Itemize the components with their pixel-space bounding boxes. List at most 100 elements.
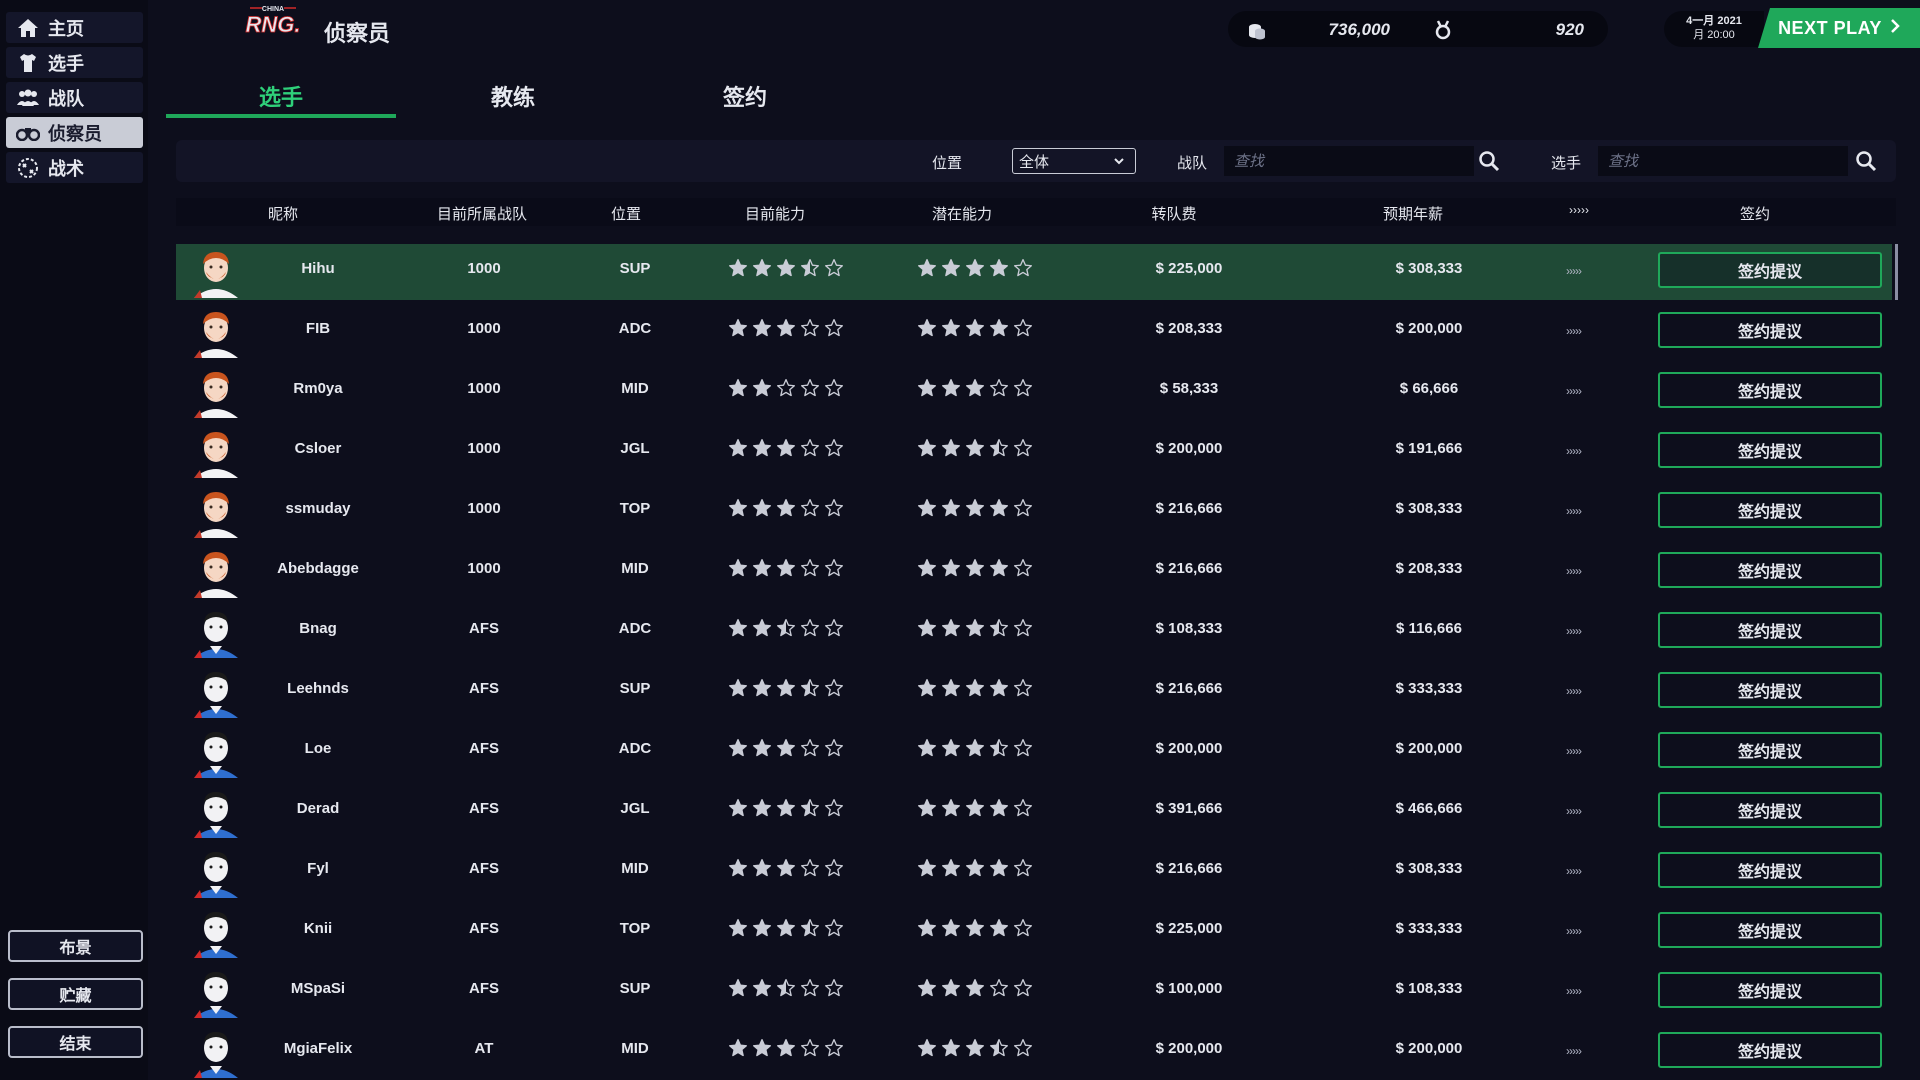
more-details-link[interactable]: ››››› <box>1566 624 1582 638</box>
column-header-sign[interactable]: 签约 <box>1740 203 1770 224</box>
table-row[interactable]: Rm0ya 1000 MID $ 58,333 $ 66,666 ››››› 签约提议 <box>176 364 1892 420</box>
end-button[interactable]: 结束 <box>8 1026 143 1058</box>
sidebar-item-scout[interactable]: 侦察员 <box>6 117 143 148</box>
sign-offer-button[interactable]: 签约提议 <box>1658 852 1882 888</box>
more-details-link[interactable]: ››››› <box>1566 1044 1582 1058</box>
search-icon[interactable] <box>1478 150 1500 172</box>
table-row[interactable]: Fyl AFS MID $ 216,666 $ 308,333 ››››› 签约提议 <box>176 844 1892 900</box>
player-nickname: MgiaFelix <box>283 1040 353 1057</box>
tab-coaches[interactable]: 教练 <box>398 80 628 118</box>
expected-salary: $ 108,333 <box>1395 980 1463 997</box>
star-full-icon <box>776 918 796 942</box>
player-position: SUP <box>619 680 651 697</box>
table-row[interactable]: MgiaFelix AT MID $ 200,000 $ 200,000 ››››› 签约提… <box>176 1024 1892 1080</box>
sign-offer-button[interactable]: 签约提议 <box>1658 792 1882 828</box>
transfer-fee: $ 225,000 <box>1155 920 1223 937</box>
more-details-link[interactable]: ››››› <box>1566 564 1582 578</box>
more-details-link[interactable]: ››››› <box>1566 744 1582 758</box>
column-header-salary[interactable]: 预期年薪 <box>1383 203 1443 224</box>
star-full-icon <box>917 318 937 342</box>
team-search-input[interactable] <box>1224 146 1474 176</box>
transfer-fee: $ 100,000 <box>1155 980 1223 997</box>
sidebar-item-home[interactable]: 主页 <box>6 12 143 43</box>
ability-rating <box>728 438 844 462</box>
more-details-link[interactable]: ››››› <box>1566 324 1582 338</box>
chevron-right-icon <box>1890 18 1900 39</box>
column-header-fee[interactable]: 转队费 <box>1151 203 1196 224</box>
transfer-fee: $ 391,666 <box>1155 800 1223 817</box>
more-details-link[interactable]: ››››› <box>1566 384 1582 398</box>
table-row[interactable]: Loe AFS ADC $ 200,000 $ 200,000 ››››› 签约提议 <box>176 724 1892 780</box>
table-row[interactable]: Derad AFS JGL $ 391,666 $ 466,666 ››››› 签约提议 <box>176 784 1892 840</box>
star-full-icon <box>752 318 772 342</box>
table-row[interactable]: Hihu 1000 SUP $ 225,000 $ 308,333 ››››› 签约提议 <box>176 244 1898 300</box>
star-empty-icon <box>1013 858 1033 882</box>
expected-salary: $ 208,333 <box>1395 560 1463 577</box>
player-team: AFS <box>469 860 499 877</box>
binoculars-icon <box>16 122 40 144</box>
tab-players[interactable]: 选手 <box>166 80 396 118</box>
more-details-link[interactable]: ››››› <box>1566 264 1582 278</box>
more-details-link[interactable]: ››››› <box>1566 504 1582 518</box>
next-play-button[interactable]: NEXT PLAY <box>1758 8 1920 48</box>
sign-offer-button[interactable]: 签约提议 <box>1658 492 1882 528</box>
search-icon[interactable] <box>1855 150 1877 172</box>
star-full-icon <box>752 678 772 702</box>
potential-rating <box>917 1038 1033 1062</box>
sign-offer-button[interactable]: 签约提议 <box>1658 732 1882 768</box>
table-row[interactable]: Csloer 1000 JGL $ 200,000 $ 191,666 ››››› 签约提议 <box>176 424 1892 480</box>
position-select[interactable]: 全体 <box>1012 148 1136 174</box>
sign-offer-button[interactable]: 签约提议 <box>1658 432 1882 468</box>
sign-offer-button[interactable]: 签约提议 <box>1658 552 1882 588</box>
potential-rating <box>917 858 1033 882</box>
column-header-nickname[interactable]: 昵称 <box>268 203 298 224</box>
sign-offer-button[interactable]: 签约提议 <box>1658 912 1882 948</box>
table-row[interactable]: ssmuday 1000 TOP $ 216,666 $ 308,333 ››››› 签约提… <box>176 484 1892 540</box>
star-full-icon <box>776 438 796 462</box>
player-avatar <box>190 906 242 958</box>
star-empty-icon <box>800 318 820 342</box>
table-row[interactable]: Abebdagge 1000 MID $ 216,666 $ 208,333 ››››› 签… <box>176 544 1892 600</box>
storage-button[interactable]: 贮藏 <box>8 978 143 1010</box>
table-row[interactable]: MSpaSi AFS SUP $ 100,000 $ 108,333 ››››› 签约提议 <box>176 964 1892 1020</box>
tab-signing[interactable]: 签约 <box>630 80 860 118</box>
sign-offer-button[interactable]: 签约提议 <box>1658 372 1882 408</box>
table-row[interactable]: Knii AFS TOP $ 225,000 $ 333,333 ››››› 签约提议 <box>176 904 1892 960</box>
column-header-potential[interactable]: 潜在能力 <box>932 203 992 224</box>
scenery-button[interactable]: 布景 <box>8 930 143 962</box>
sidebar-item-tactics[interactable]: 战术 <box>6 152 143 183</box>
sign-offer-button[interactable]: 签约提议 <box>1658 972 1882 1008</box>
star-full-icon <box>728 678 748 702</box>
player-team: AFS <box>469 680 499 697</box>
sidebar-item-players[interactable]: 选手 <box>6 47 143 78</box>
player-position: TOP <box>619 500 651 517</box>
player-search-input[interactable] <box>1598 146 1848 176</box>
column-header-team[interactable]: 目前所属战队 <box>437 203 527 224</box>
sign-offer-button[interactable]: 签约提议 <box>1658 1032 1882 1068</box>
table-row[interactable]: FIB 1000 ADC $ 208,333 $ 200,000 ››››› 签约提议 <box>176 304 1892 360</box>
table-row[interactable]: Bnag AFS ADC $ 108,333 $ 116,666 ››››› 签约提议 <box>176 604 1892 660</box>
potential-rating <box>917 378 1033 402</box>
ability-rating <box>728 258 844 282</box>
star-full-icon <box>965 798 985 822</box>
table-row[interactable]: Leehnds AFS SUP $ 216,666 $ 333,333 ››››› 签约提议 <box>176 664 1892 720</box>
sign-offer-button[interactable]: 签约提议 <box>1658 672 1882 708</box>
sign-offer-button[interactable]: 签约提议 <box>1658 252 1882 288</box>
sidebar-item-team[interactable]: 战队 <box>6 82 143 113</box>
column-header-more[interactable]: ››››› <box>1569 203 1589 217</box>
more-details-link[interactable]: ››››› <box>1566 924 1582 938</box>
transfer-fee: $ 200,000 <box>1155 440 1223 457</box>
more-details-link[interactable]: ››››› <box>1566 684 1582 698</box>
sign-offer-button[interactable]: 签约提议 <box>1658 612 1882 648</box>
more-details-link[interactable]: ››››› <box>1566 984 1582 998</box>
sign-offer-button[interactable]: 签约提议 <box>1658 312 1882 348</box>
star-full-icon <box>917 498 937 522</box>
star-full-icon <box>917 858 937 882</box>
more-details-link[interactable]: ››››› <box>1566 864 1582 878</box>
logo-text: RNG. <box>246 12 301 37</box>
star-empty-icon <box>824 618 844 642</box>
more-details-link[interactable]: ››››› <box>1566 444 1582 458</box>
more-details-link[interactable]: ››››› <box>1566 804 1582 818</box>
column-header-ability[interactable]: 目前能力 <box>745 203 805 224</box>
column-header-position[interactable]: 位置 <box>611 203 641 224</box>
